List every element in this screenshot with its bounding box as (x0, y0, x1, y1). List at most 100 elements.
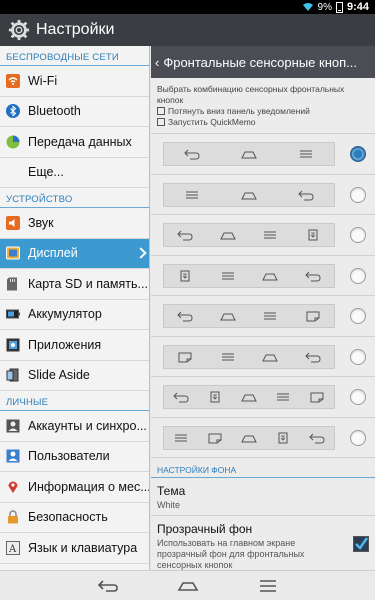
panel-header[interactable]: ‹ Фронтальные сенсорные кноп... (151, 46, 375, 78)
button-combination-option[interactable] (151, 337, 375, 377)
back-icon (177, 230, 193, 241)
theme-value: White (157, 500, 181, 510)
menu-item-security[interactable]: Безопасность (0, 503, 149, 533)
quickmemo-icon (310, 392, 324, 403)
menu-item-wifi[interactable]: Wi-Fi (0, 66, 149, 97)
transparent-bg-title: Прозрачный фон (157, 522, 253, 536)
battery-icon (6, 307, 20, 321)
settings-gear-icon[interactable] (8, 19, 30, 41)
home-icon (241, 151, 257, 159)
option-radio[interactable] (350, 267, 366, 284)
quickmemo-icon (306, 311, 320, 322)
menu-item-battery[interactable]: Аккумулятор (0, 300, 149, 330)
menu-item-label: Wi-Fi (28, 73, 58, 88)
back-icon (184, 149, 200, 160)
accounts-icon (6, 419, 20, 433)
theme-title: Тема (157, 484, 186, 498)
menu-item-accounts[interactable]: Аккаунты и синхро... (0, 411, 149, 442)
option-radio[interactable] (350, 146, 366, 162)
home-button[interactable] (168, 575, 208, 597)
transparent-bg-desc: Использовать на главном экране прозрачны… (157, 538, 305, 570)
menu-item-language[interactable]: A Язык и клавиатура (0, 533, 149, 564)
menu-item-label: Приложения (28, 337, 102, 352)
home-icon (262, 273, 279, 280)
transparent-bg-setting[interactable]: Прозрачный фон Использовать на главном э… (151, 516, 375, 570)
menu-item-more[interactable]: Еще... (0, 158, 149, 188)
apps-icon (6, 338, 20, 352)
button-combination-preview (163, 263, 335, 288)
button-combination-option[interactable] (151, 175, 375, 215)
language-icon: A (6, 540, 20, 555)
menu-icon (175, 434, 187, 441)
option-radio[interactable] (350, 389, 366, 405)
menu-item-users[interactable]: Пользователи (0, 442, 149, 472)
button-combination-option[interactable] (151, 134, 375, 175)
quickmemo-icon (178, 352, 192, 362)
back-icon (177, 311, 193, 322)
menu-item-storage[interactable]: Карта SD и память... (0, 269, 149, 300)
notification-icon (210, 391, 220, 403)
hint-line-1: Выбрать комбинацию сенсорных фронтальных… (157, 84, 345, 105)
menu-item-bluetooth[interactable]: Bluetooth (0, 97, 149, 127)
app-title: Настройки (36, 21, 115, 38)
back-chevron-icon[interactable]: ‹ (155, 55, 159, 70)
menu-item-label: Аккумулятор (28, 307, 102, 322)
button-combination-preview (163, 385, 335, 409)
back-icon (305, 352, 321, 362)
button-combination-option[interactable] (151, 296, 375, 337)
menu-item-label: Информация о мес... (28, 479, 149, 494)
button-combination-option[interactable] (151, 256, 375, 296)
hint-line-3: Запустить QuickMemo (168, 117, 256, 127)
clock: 9:44 (346, 1, 369, 13)
quickmemo-icon (157, 118, 165, 126)
option-radio[interactable] (350, 348, 366, 365)
button-combination-preview (163, 425, 335, 450)
menu-icon (221, 272, 234, 279)
option-radio[interactable] (350, 429, 366, 446)
menu-item-apps[interactable]: Приложения (0, 330, 149, 361)
menu-item-location[interactable]: Информация о мес... (0, 472, 149, 503)
transparent-bg-checkbox[interactable] (353, 536, 369, 552)
menu-icon (277, 393, 289, 401)
svg-text:A: A (8, 544, 17, 555)
button-combination-preview (163, 304, 335, 328)
menu-icon (221, 353, 234, 360)
menu-item-label: Дисплей (28, 246, 78, 261)
menu-item-display[interactable]: Дисплей (0, 238, 149, 269)
battery-percent: 9% (317, 1, 332, 13)
menu-item-sound[interactable]: Звук (0, 208, 149, 239)
home-icon (219, 313, 236, 321)
button-combination-option[interactable] (151, 215, 375, 256)
data-usage-icon (6, 135, 20, 149)
menu-item-label: Slide Aside (28, 368, 90, 383)
back-button[interactable] (88, 575, 128, 597)
location-icon (6, 480, 20, 494)
section-header-device: УСТРОЙСТВО (0, 188, 149, 208)
menu-icon (264, 312, 277, 320)
bluetooth-icon (6, 104, 20, 119)
option-radio[interactable] (350, 227, 366, 243)
option-radio[interactable] (350, 308, 366, 324)
option-radio[interactable] (350, 186, 366, 203)
menu-item-slide-aside[interactable]: Slide Aside (0, 361, 149, 391)
display-icon (6, 246, 20, 260)
home-icon (241, 192, 257, 199)
menu-item-data-usage[interactable]: Передача данных (0, 127, 149, 158)
menu-item-label: Bluetooth (28, 104, 81, 119)
button-combination-option[interactable] (151, 418, 375, 458)
home-icon (241, 394, 257, 402)
navigation-bar (0, 570, 375, 600)
theme-setting[interactable]: Тема White (151, 478, 375, 516)
menu-item-label: Карта SD и память... (28, 276, 148, 291)
menu-button[interactable] (248, 575, 288, 597)
button-combination-option[interactable] (151, 377, 375, 418)
menu-item-label: Аккаунты и синхро... (28, 418, 147, 433)
notification-panel-icon (157, 107, 165, 115)
back-icon (297, 190, 314, 200)
section-header-background: НАСТРОЙКИ ФОНА (151, 458, 375, 478)
slide-aside-icon (6, 368, 20, 382)
menu-icon (259, 579, 276, 592)
menu-item-label: Звук (28, 215, 54, 230)
menu-item-label: Безопасность (28, 510, 108, 525)
sound-icon (6, 215, 20, 230)
